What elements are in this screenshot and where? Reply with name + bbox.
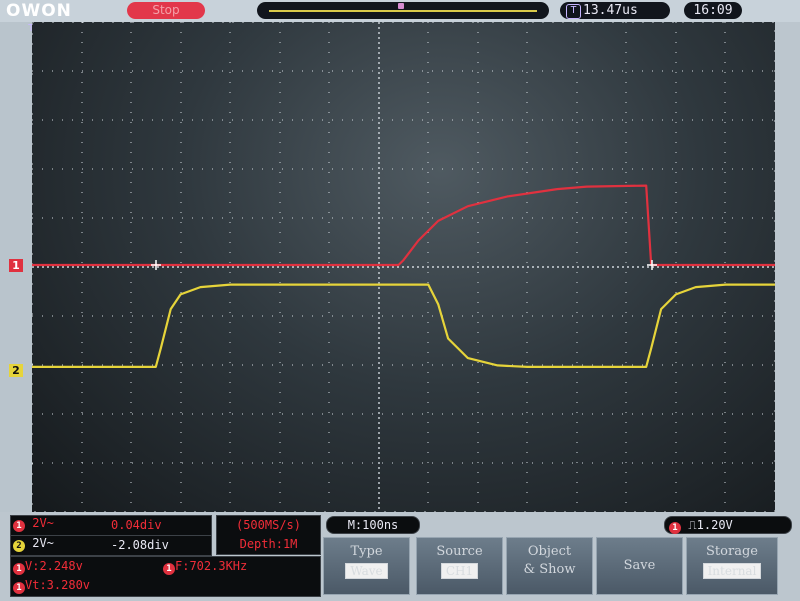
ch1-offset: 0.04div: [111, 518, 162, 532]
measurement-readout: 1 V:2.248v 1 F:702.3KHz 1 Vt:3.280v: [10, 556, 321, 597]
menu-object-label: Object: [527, 544, 572, 559]
menu-save-label: Save: [623, 558, 656, 573]
trigger-readout: 1 ⎍1.20V: [664, 516, 792, 534]
voltage-measure: V:2.248v: [25, 559, 83, 573]
menu-object[interactable]: Object & Show: [506, 537, 593, 595]
menu-source-label: Source: [436, 544, 483, 559]
menu-type-label: Type: [350, 544, 383, 559]
waveform-display[interactable]: [32, 22, 775, 512]
measure-icon-1: 1: [13, 563, 25, 575]
ch2-icon: 2: [13, 540, 25, 552]
menu-save[interactable]: Save: [596, 537, 683, 595]
memory-position-bar[interactable]: [257, 2, 549, 19]
ch1-scale: 2V~: [32, 516, 54, 530]
memory-depth: Depth:1M: [239, 537, 298, 551]
menu-type-value: Wave: [345, 563, 388, 579]
clock: 16:09: [684, 2, 742, 19]
waveform-ch1: [32, 184, 775, 267]
measure-icon-3: 1: [13, 582, 25, 594]
ch1-level-marker[interactable]: 1: [9, 259, 23, 272]
waveform-plot: [32, 22, 775, 512]
frequency-measure: F:702.3KHz: [175, 559, 248, 573]
ch2-scale: 2V~: [32, 536, 54, 550]
menu-object-value: & Show: [523, 562, 576, 577]
crosshair-marker: [647, 260, 657, 270]
memory-track: [269, 10, 537, 12]
menu-storage[interactable]: Storage Internal: [686, 537, 778, 595]
ch2-offset: -2.08div: [111, 538, 169, 552]
menu-storage-label: Storage: [706, 544, 758, 559]
owon-logo: OWON: [6, 1, 72, 21]
vt-measure: Vt:3.280v: [25, 578, 91, 592]
measure-icon-2: 1: [163, 563, 175, 575]
top-status-bar: OWON Stop T 13.47us 16:09: [0, 0, 800, 22]
trigger-time-readout: T 13.47us: [560, 2, 670, 19]
trigger-level: 1.20V: [696, 518, 733, 532]
run-stop-indicator[interactable]: Stop: [127, 2, 205, 19]
timebase-readout: M:100ns: [326, 516, 420, 534]
ch1-icon: 1: [13, 520, 25, 532]
menu-source[interactable]: Source CH1: [416, 537, 503, 595]
crosshair-marker: [151, 260, 161, 270]
trigger-icon: T: [566, 4, 581, 19]
trigger-time-value: 13.47us: [583, 3, 638, 18]
ch2-readout: 2 2V~ -2.08div: [10, 535, 212, 556]
ch1-readout: 1 2V~ 0.04div: [10, 515, 212, 536]
ch2-level-marker[interactable]: 2: [9, 364, 23, 377]
trigger-source-icon: 1: [669, 522, 681, 534]
trigger-position-marker: [398, 3, 404, 9]
acquisition-readout: (500MS/s) Depth:1M: [216, 515, 321, 555]
waveform-ch2: [32, 283, 775, 368]
menu-type[interactable]: Type Wave: [323, 537, 410, 595]
rising-edge-icon: ⎍: [688, 518, 697, 532]
menu-storage-value: Internal: [702, 563, 762, 579]
menu-source-value: CH1: [440, 563, 479, 579]
sample-rate: (500MS/s): [235, 518, 302, 532]
